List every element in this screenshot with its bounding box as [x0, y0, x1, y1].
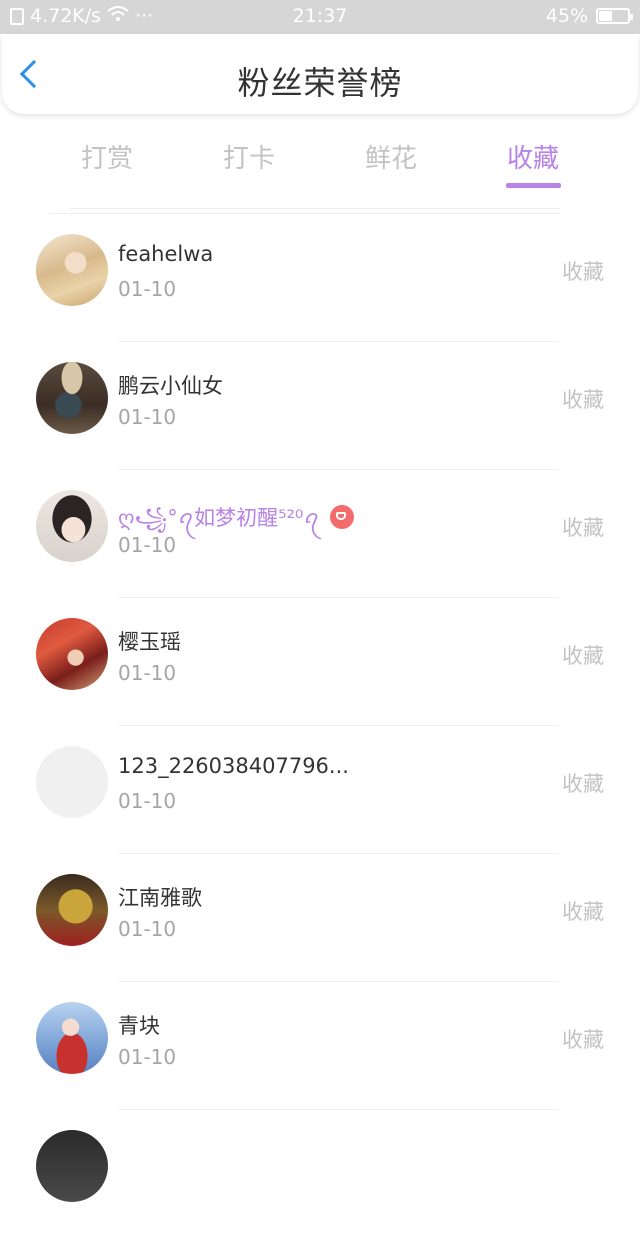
favorite-label: 收藏	[562, 260, 604, 284]
user-name: 樱玉瑶	[118, 630, 181, 654]
divider	[70, 208, 560, 209]
favorite-label: 收藏	[562, 516, 604, 540]
list-item[interactable]: ღ꧁°ꪖ如梦初醒⁵²⁰ꪖ 01-10 收藏	[0, 470, 640, 598]
tab-reward[interactable]: 打赏	[47, 138, 167, 175]
avatar[interactable]	[36, 618, 108, 690]
date: 01-10	[118, 1045, 177, 1069]
avatar[interactable]	[36, 1002, 108, 1074]
avatar[interactable]	[36, 490, 108, 562]
tab-label: 收藏	[506, 144, 559, 174]
list-item[interactable]: 鹏云小仙女 01-10 收藏	[0, 342, 640, 470]
battery-icon	[596, 8, 633, 24]
tab-label: 鲜花	[364, 144, 417, 174]
date: 01-10	[118, 533, 177, 557]
favorite-label: 收藏	[562, 900, 604, 924]
date: 01-10	[118, 277, 177, 301]
date: 01-10	[118, 789, 177, 813]
favorite-label: 收藏	[562, 1028, 604, 1052]
tab-flowers[interactable]: 鲜花	[331, 138, 451, 175]
list-item[interactable]: 樱玉瑶 01-10 收藏	[0, 598, 640, 726]
list-item[interactable]: 青块 01-10 收藏	[0, 982, 640, 1110]
battery-fill	[599, 11, 612, 21]
avatar[interactable]	[36, 362, 108, 434]
tab-bar: 打赏 打卡 鲜花 收藏	[0, 130, 640, 190]
date: 01-10	[118, 917, 177, 941]
list-item[interactable]: 123_226038407796... 01-10 收藏	[0, 726, 640, 854]
user-name: 123_226038407796...	[118, 754, 349, 778]
avatar[interactable]	[36, 1130, 108, 1202]
list-item[interactable]	[0, 1110, 640, 1238]
avatar-placeholder[interactable]	[36, 746, 108, 818]
user-name: 江南雅歌	[118, 886, 202, 910]
nav-header: 粉丝荣誉榜	[2, 34, 638, 114]
tab-label: 打卡	[222, 144, 275, 174]
battery-percent: 45%	[545, 5, 588, 27]
list-item[interactable]: feahelwa 01-10 收藏	[0, 214, 640, 342]
avatar[interactable]	[36, 874, 108, 946]
user-name-text: ღ꧁°ꪖ如梦初醒⁵²⁰ꪖ	[118, 506, 320, 530]
tab-favorites[interactable]: 收藏	[473, 138, 593, 188]
status-time: 21:37	[292, 5, 348, 27]
page-title: 粉丝荣誉榜	[237, 64, 403, 102]
vip-diamond-icon	[329, 505, 354, 529]
user-name: feahelwa	[118, 242, 214, 266]
status-bar: 4.72K/s ··· 21:37 45%	[0, 0, 640, 34]
tab-underline	[505, 183, 561, 188]
avatar[interactable]	[36, 234, 108, 306]
date: 01-10	[118, 661, 177, 685]
user-name: 鹏云小仙女	[118, 374, 223, 398]
date: 01-10	[118, 405, 177, 429]
list-item[interactable]: 江南雅歌 01-10 收藏	[0, 854, 640, 982]
tab-label: 打赏	[80, 144, 133, 174]
fan-list: feahelwa 01-10 收藏 鹏云小仙女 01-10 收藏 ღ꧁°ꪖ如梦初…	[0, 214, 640, 1238]
favorite-label: 收藏	[562, 772, 604, 796]
status-right: 45%	[545, 5, 633, 27]
tab-checkin[interactable]: 打卡	[189, 138, 309, 175]
user-name: 青块	[118, 1014, 160, 1038]
favorite-label: 收藏	[562, 388, 604, 412]
favorite-label: 收藏	[562, 644, 604, 668]
